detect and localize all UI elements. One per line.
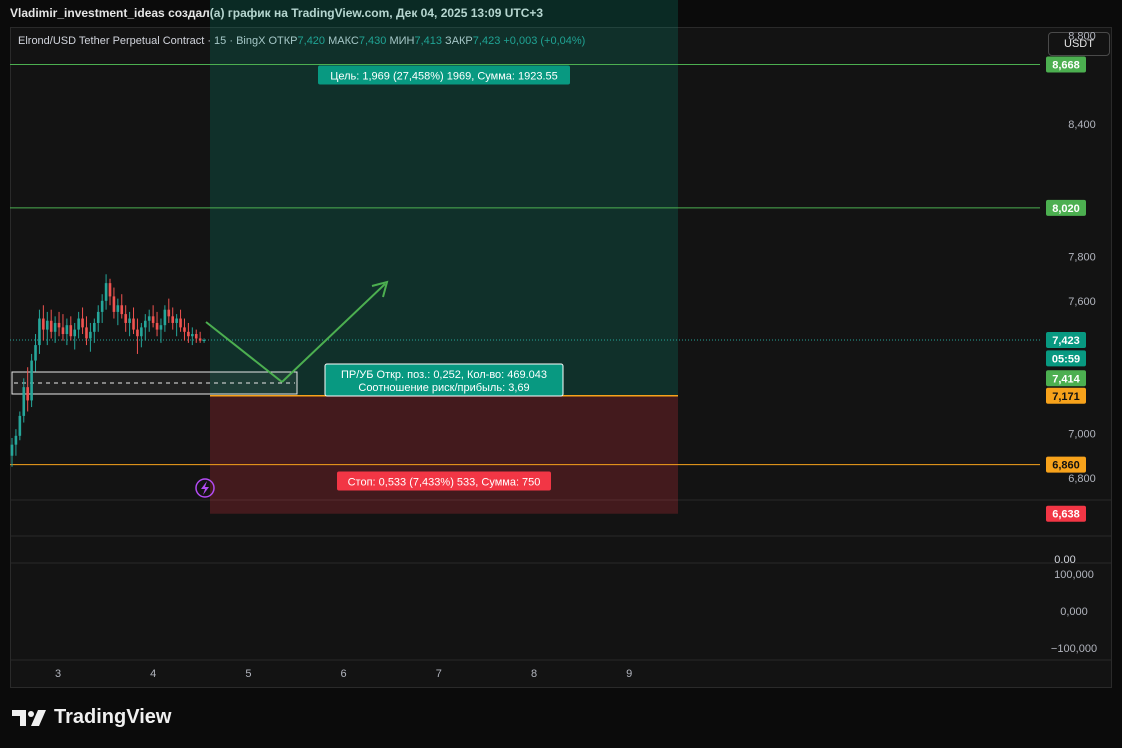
candle-body [191, 334, 194, 337]
candle-body [132, 318, 135, 330]
indicator-tick-label: 100,000 [1054, 569, 1094, 581]
candle-body [100, 300, 104, 312]
candle-body [34, 345, 37, 361]
candle-body [198, 338, 202, 341]
price-tick-label: 7,000 [1068, 429, 1096, 441]
time-tick-label: 7 [436, 668, 442, 680]
price-badge-label: 6,638 [1052, 509, 1080, 521]
candle-body [18, 415, 22, 436]
time-tick-label: 6 [341, 668, 347, 680]
candle-body [42, 318, 45, 330]
position-info-label: ПР/УБ Откр. поз.: 0,252, Кол-во: 469.043 [341, 369, 547, 381]
price-tick-label: 7,800 [1068, 252, 1096, 264]
candle-body [81, 318, 84, 328]
candle-body [73, 329, 77, 337]
candle-body [14, 435, 18, 445]
candle-body [159, 325, 163, 330]
candle-body [179, 318, 182, 328]
time-tick-label: 8 [531, 668, 537, 680]
time-tick-label: 5 [245, 668, 251, 680]
indicator-top-label: 0.00 [1054, 554, 1075, 566]
candle-body [96, 311, 100, 323]
stop-zone [210, 395, 678, 514]
price-badge-label: 8,668 [1052, 59, 1080, 71]
target-zone [210, 0, 678, 396]
chart-canvas[interactable]: 3 4 5 6 7 8 9 Цель: 1,969 (27,458%) 1969, Сумма… [0, 0, 1122, 700]
candle-body [10, 444, 14, 456]
candle-body [187, 331, 190, 337]
candle-body [26, 387, 29, 401]
candle-body [140, 327, 143, 337]
candle-body [57, 322, 61, 328]
candle-body [77, 318, 80, 330]
candle-body [69, 325, 73, 337]
candle-body [194, 334, 198, 339]
alert-icon [201, 481, 209, 495]
candle-body [128, 318, 131, 323]
candle-body [65, 325, 69, 335]
time-tick-label: 4 [150, 668, 156, 680]
candle-body [112, 296, 116, 312]
price-badge-label: 7,423 [1052, 335, 1080, 347]
candle-body [155, 322, 159, 330]
candle-body [61, 327, 65, 335]
price-badge-label: 6,860 [1052, 460, 1080, 472]
tradingview-logo: TradingView [12, 706, 171, 729]
candle-body [93, 322, 96, 332]
candle-body [85, 327, 88, 339]
candle-body [108, 283, 112, 297]
stop-label: Стоп: 0,533 (7,433%) 533, Сумма: 750 [348, 477, 541, 489]
candle-body [124, 314, 127, 323]
position-info-label: Соотношение риск/прибыль: 3,69 [358, 382, 529, 394]
price-badge-label: 7,171 [1052, 391, 1080, 403]
price-tick-label: 6,800 [1068, 473, 1096, 485]
time-tick-label: 3 [55, 668, 61, 680]
target-label: Цель: 1,969 (27,458%) 1969, Сумма: 1923.… [330, 71, 558, 83]
candle-body [30, 360, 33, 401]
candle-body [171, 316, 175, 323]
indicator-tick-label: 0,000 [1060, 606, 1088, 618]
candle-body [120, 305, 124, 315]
price-badge-label: 7,414 [1052, 373, 1080, 385]
candle-body [45, 320, 49, 330]
candle-body [38, 318, 41, 346]
candle-body [147, 316, 151, 321]
indicator-tick-label: −100,000 [1051, 643, 1097, 655]
candle-body [89, 331, 92, 339]
candle-body [143, 320, 147, 328]
candle-body [167, 309, 171, 317]
price-tick-label: 8,800 [1068, 30, 1096, 42]
time-tick-label: 9 [626, 668, 632, 680]
tradingview-brand: TradingView [54, 706, 172, 728]
candle-body [163, 309, 167, 326]
tradingview-logo-icon [12, 709, 46, 726]
candle-body [151, 316, 155, 323]
price-badge-label: 8,020 [1052, 203, 1080, 215]
candle-body [49, 320, 53, 332]
candle-body [175, 318, 178, 323]
price-badge-label: 05:59 [1052, 353, 1080, 365]
candle-body [136, 329, 139, 337]
candle-body [22, 387, 26, 416]
candle-body [183, 327, 186, 332]
candle-body [104, 283, 108, 301]
candle-body [53, 322, 57, 332]
candle-body [202, 340, 206, 341]
price-tick-label: 7,600 [1068, 296, 1096, 308]
price-tick-label: 8,400 [1068, 119, 1096, 131]
candle-body [116, 305, 120, 312]
